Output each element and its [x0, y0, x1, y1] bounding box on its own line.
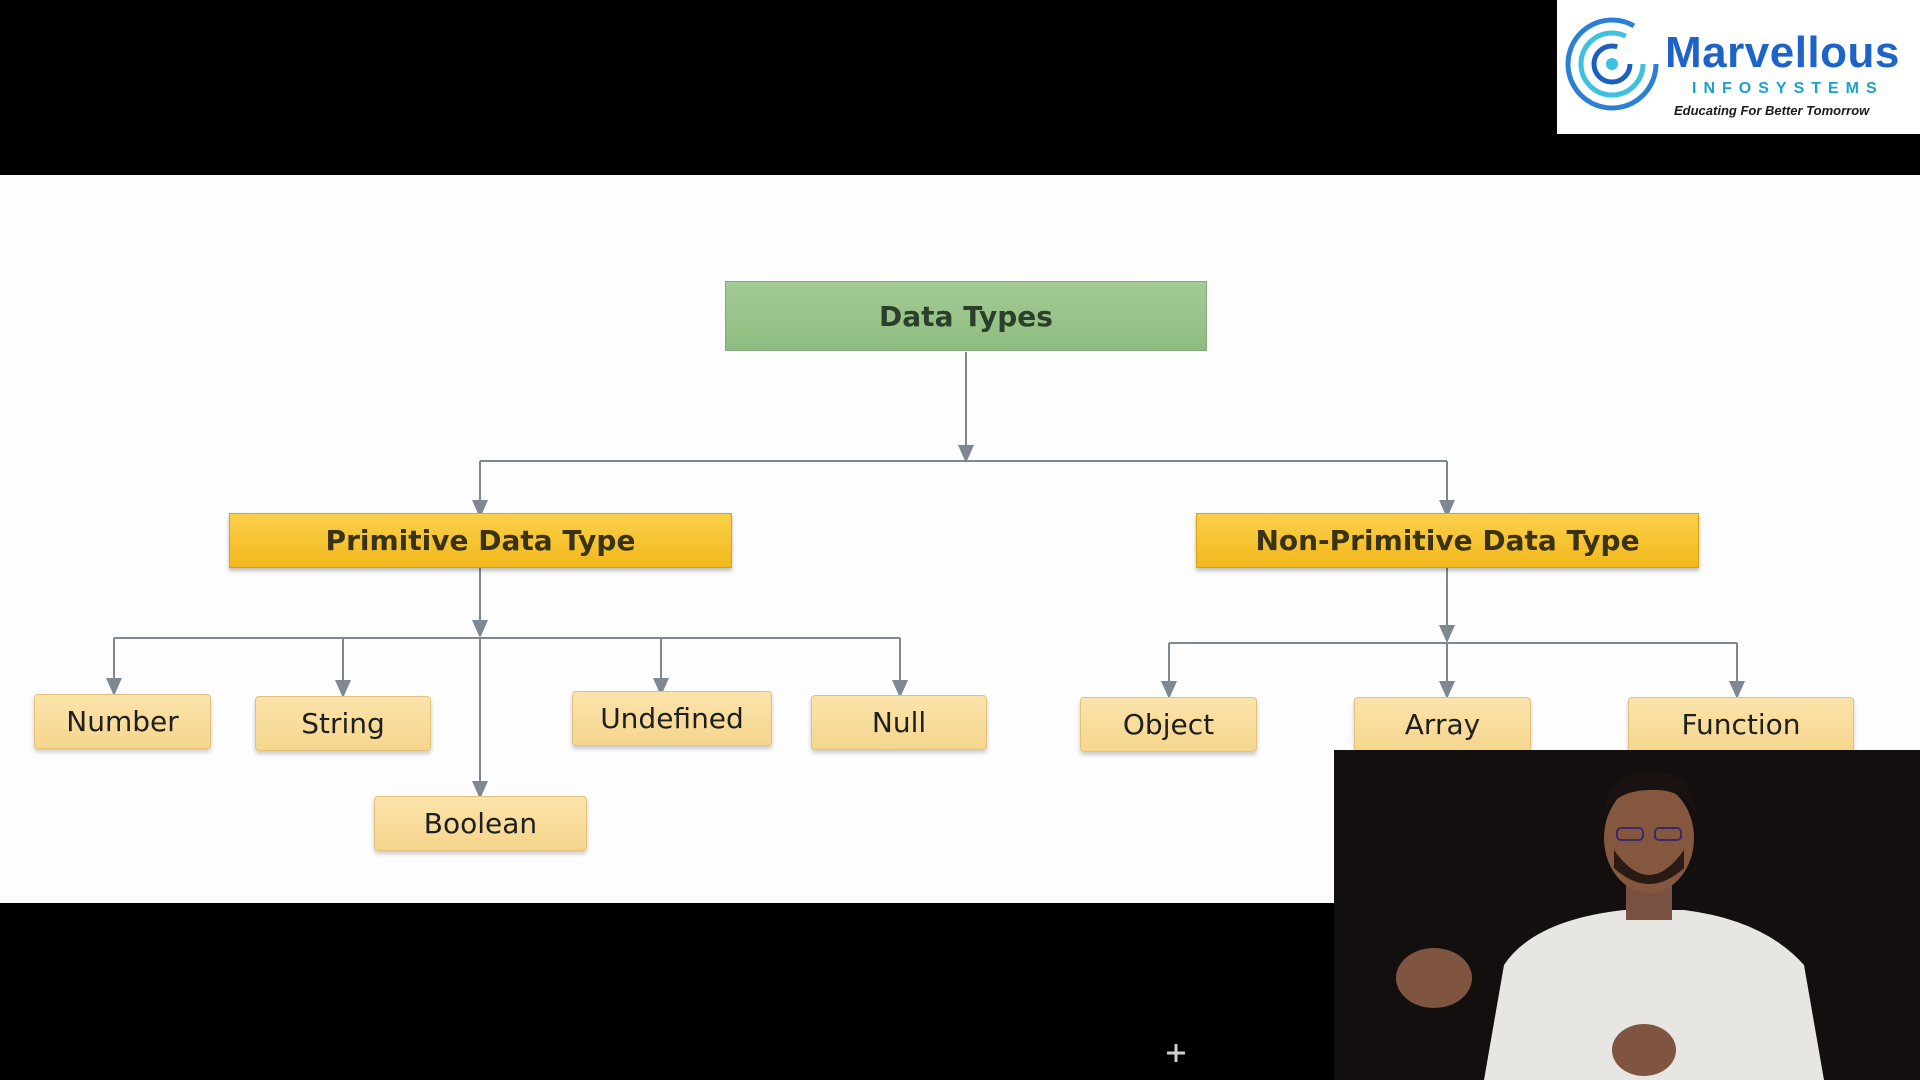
presenter-video: [1334, 750, 1920, 1080]
logo-subtitle: INFOSYSTEMS: [1692, 80, 1884, 97]
leaf-array: Array: [1354, 697, 1531, 752]
leaf-function: Function: [1628, 697, 1854, 752]
leaf-boolean: Boolean: [374, 796, 587, 851]
root-node: Data Types: [725, 281, 1207, 351]
leaf-string: String: [255, 696, 431, 751]
logo-brand: Marvellous: [1665, 28, 1900, 77]
logo: Marvellous INFOSYSTEMS Educating For Bet…: [1557, 0, 1920, 134]
spiral-logo-icon: [1565, 17, 1659, 111]
leaf-object: Object: [1080, 697, 1257, 752]
primitive-node: Primitive Data Type: [229, 513, 732, 568]
leaf-null: Null: [811, 695, 987, 750]
non-primitive-node: Non-Primitive Data Type: [1196, 513, 1699, 568]
leaf-undefined: Undefined: [572, 691, 772, 746]
crosshair-cursor-icon: [1167, 1044, 1185, 1062]
presenter-video-icon: [1334, 750, 1920, 1080]
leaf-number: Number: [34, 694, 211, 749]
logo-tagline: Educating For Better Tomorrow: [1674, 103, 1870, 118]
